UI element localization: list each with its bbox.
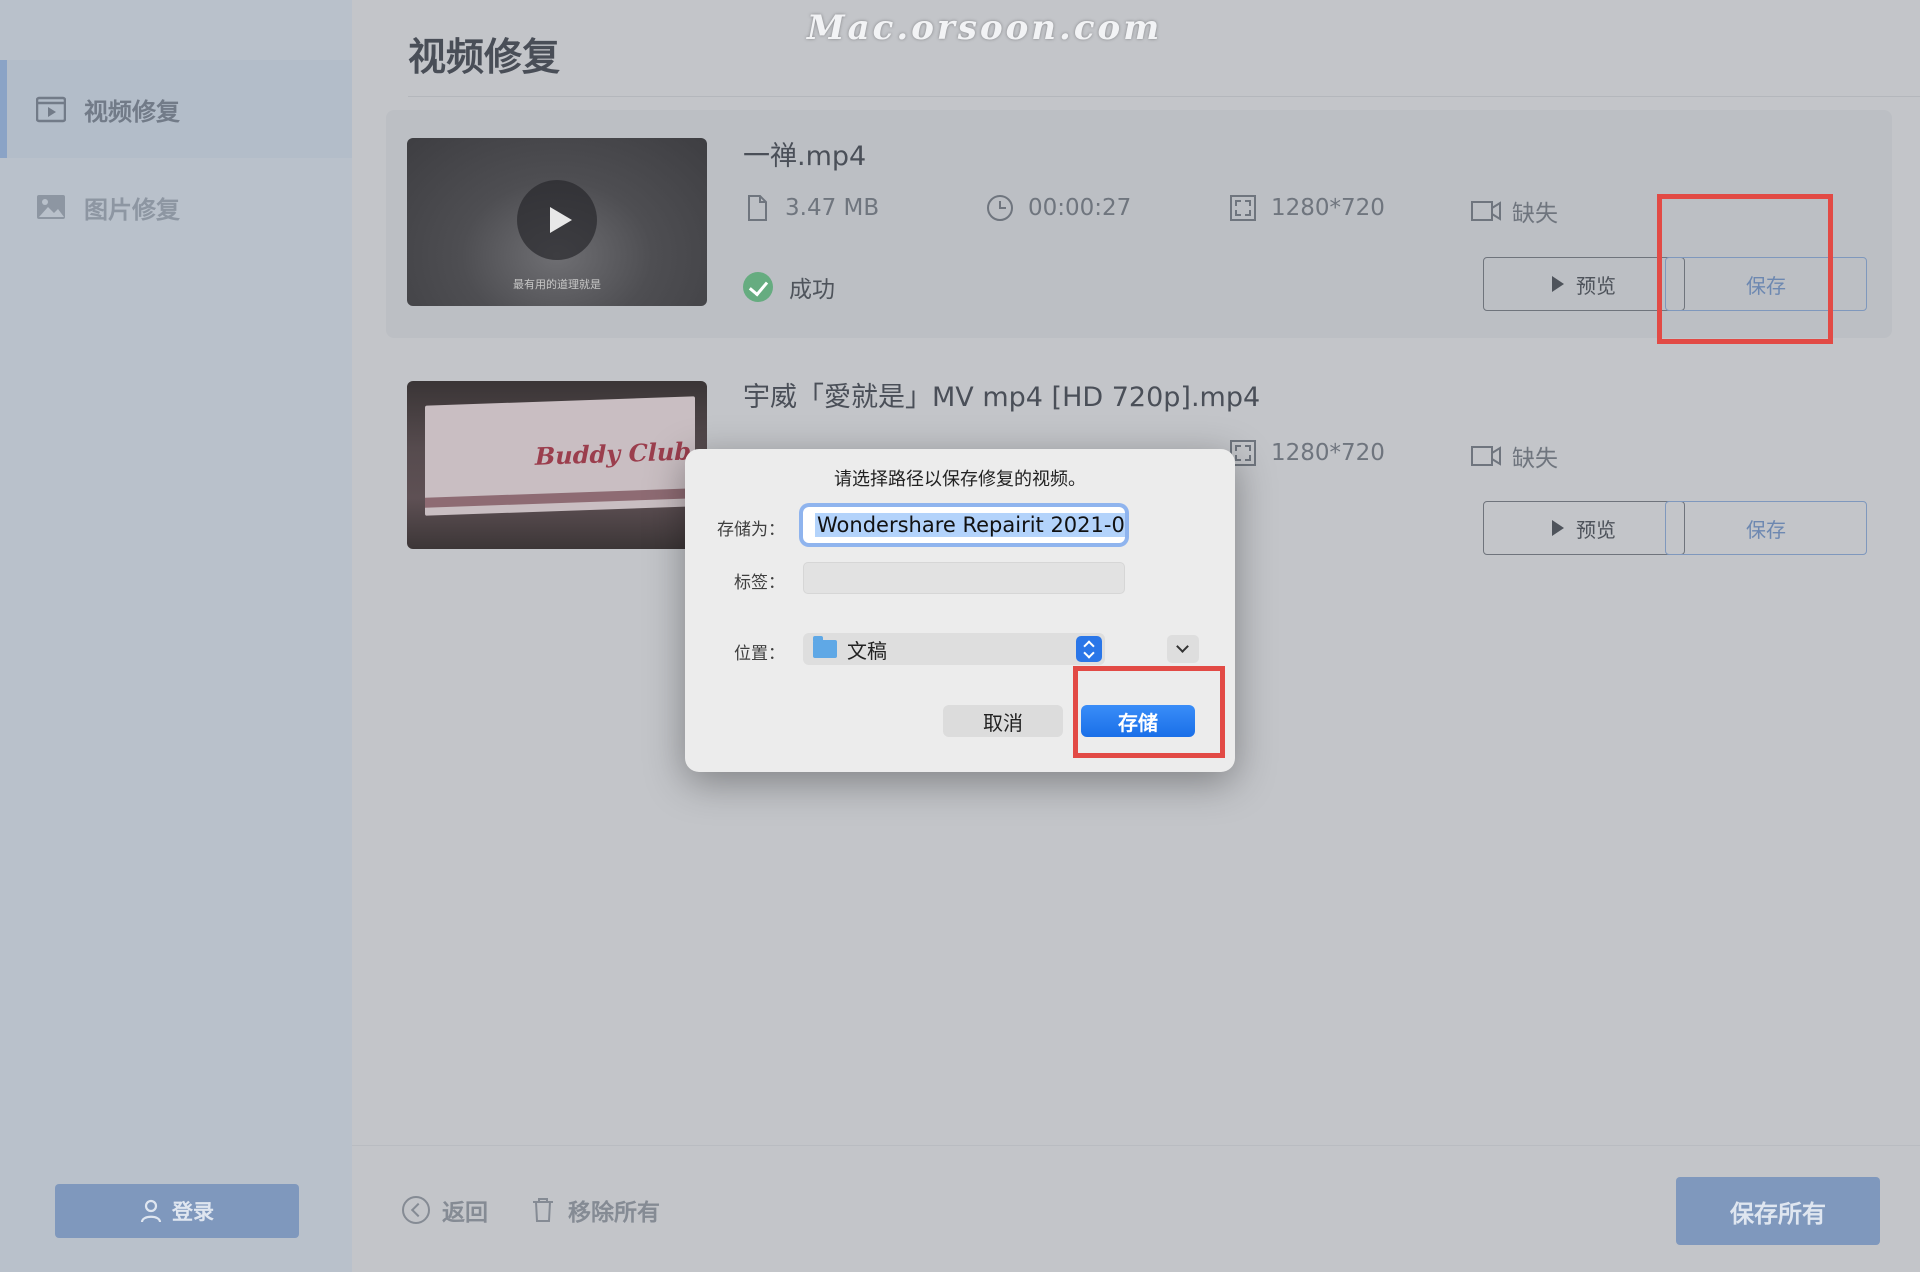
footer-divider xyxy=(352,1145,1920,1146)
page-title: 视频修复 xyxy=(408,35,561,79)
file-card: 最有用的道理就是 一禅.mp4 3.47 MB 00:00:27 1280*72… xyxy=(386,110,1892,344)
thumbnail-caption: 最有用的道理就是 xyxy=(513,278,601,291)
cancel-button[interactable]: 取消 xyxy=(943,705,1063,737)
save-as-value: Wondershare Repairit 2021-06-28 1 xyxy=(815,513,1125,537)
file-codec: 缺失 xyxy=(1470,194,1558,228)
location-label: 位置： xyxy=(734,644,785,664)
file-icon xyxy=(743,194,771,222)
dialog-message: 请选择路径以保存修复的视频。 xyxy=(834,469,1086,490)
trash-icon xyxy=(532,1197,554,1223)
login-button[interactable]: 登录 xyxy=(55,1184,299,1238)
remove-all-button[interactable]: 移除所有 xyxy=(532,1193,660,1227)
play-icon xyxy=(1552,520,1564,536)
remove-all-label: 移除所有 xyxy=(568,1200,660,1226)
location-select[interactable]: 文稿 xyxy=(803,633,1105,665)
file-codec: 缺失 xyxy=(1470,439,1558,473)
sidebar-item-video-repair[interactable]: 视频修复 xyxy=(0,60,352,158)
play-icon xyxy=(1552,276,1564,292)
preview-button[interactable]: 预览 xyxy=(1483,257,1685,311)
save-as-input[interactable]: Wondershare Repairit 2021-06-28 1 xyxy=(803,507,1125,543)
login-label: 登录 xyxy=(172,1200,214,1224)
folder-icon xyxy=(813,636,837,658)
video-thumbnail[interactable]: 最有用的道理就是 xyxy=(407,138,707,306)
repair-status: 成功 xyxy=(743,270,835,304)
location-value: 文稿 xyxy=(847,638,887,663)
video-thumbnail[interactable]: Buddy Club xyxy=(407,381,707,549)
user-icon xyxy=(140,1199,162,1223)
resolution-value: 1280*720 xyxy=(1271,440,1385,466)
save-label: 保存 xyxy=(1746,517,1786,542)
sidebar-item-image-repair[interactable]: 图片修复 xyxy=(0,158,352,256)
file-size: 3.47 MB xyxy=(743,194,879,222)
file-resolution: 1280*720 xyxy=(1229,194,1385,222)
status-text: 成功 xyxy=(789,277,835,303)
save-button[interactable]: 保存 xyxy=(1665,501,1867,555)
truck-stripe xyxy=(425,488,695,508)
cancel-label: 取消 xyxy=(983,710,1023,735)
preview-label: 预览 xyxy=(1576,273,1616,298)
file-size-value: 3.47 MB xyxy=(785,195,880,221)
tags-label: 标签： xyxy=(734,573,785,593)
file-duration: 00:00:27 xyxy=(986,194,1131,222)
preview-label: 预览 xyxy=(1576,517,1616,542)
back-button[interactable]: 返回 xyxy=(402,1193,488,1227)
select-stepper-icon xyxy=(1076,636,1102,662)
resolution-value: 1280*720 xyxy=(1271,195,1385,221)
save-all-button[interactable]: 保存所有 xyxy=(1676,1177,1880,1245)
save-as-label: 存储为： xyxy=(717,520,785,540)
camera-icon xyxy=(1470,197,1501,225)
success-check-icon xyxy=(743,272,773,302)
image-repair-icon xyxy=(36,193,66,221)
back-icon xyxy=(402,1196,430,1224)
watermark: Mac.orsoon.com xyxy=(807,8,1163,48)
sidebar-item-label: 视频修复 xyxy=(84,97,180,126)
highlight-box xyxy=(1073,666,1225,758)
file-name: 宇威「愛就是」MV mp4 [HD 720p].mp4 xyxy=(743,382,1261,413)
sidebar: 视频修复 图片修复 登录 xyxy=(0,0,352,1272)
truck-graphic: Buddy Club xyxy=(425,396,695,516)
save-all-label: 保存所有 xyxy=(1730,1199,1826,1228)
clock-icon xyxy=(986,194,1014,222)
sidebar-item-label: 图片修复 xyxy=(84,195,180,224)
resolution-icon xyxy=(1229,194,1257,222)
truck-logo-text: Buddy Club xyxy=(535,436,692,471)
expand-dialog-button[interactable] xyxy=(1167,635,1199,663)
highlight-box xyxy=(1657,194,1833,344)
tags-input[interactable] xyxy=(803,562,1125,594)
camera-icon xyxy=(1470,442,1501,470)
video-repair-icon xyxy=(35,95,67,123)
back-label: 返回 xyxy=(442,1200,488,1226)
file-name: 一禅.mp4 xyxy=(743,141,867,172)
codec-value: 缺失 xyxy=(1512,201,1558,227)
duration-value: 00:00:27 xyxy=(1028,195,1132,221)
preview-button[interactable]: 预览 xyxy=(1483,501,1685,555)
divider xyxy=(408,96,1920,97)
play-icon[interactable] xyxy=(517,180,597,260)
file-resolution: 1280*720 xyxy=(1229,439,1385,467)
codec-value: 缺失 xyxy=(1512,446,1558,472)
